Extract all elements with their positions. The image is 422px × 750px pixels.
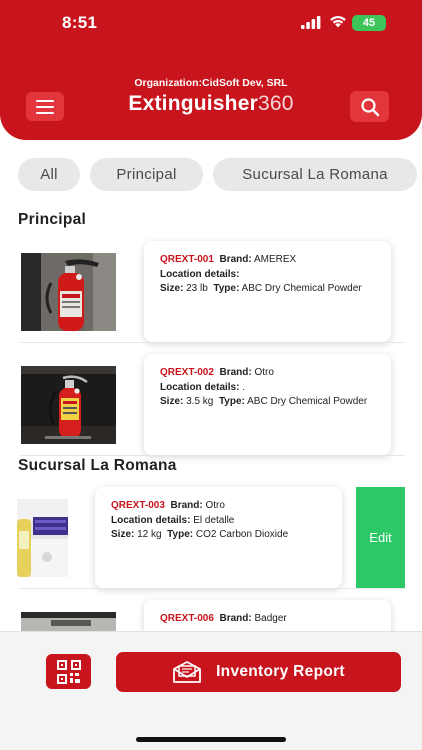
extinguisher-photo xyxy=(17,499,68,577)
extinguisher-code: QREXT-002 xyxy=(160,367,214,378)
organization-label: Organization:CidSoft Dev, SRL xyxy=(134,77,288,89)
row-divider xyxy=(20,588,405,589)
size-value: 23 lb xyxy=(186,283,208,294)
battery-level: 45 xyxy=(362,17,376,29)
card-line-2: Location details: El detalle xyxy=(111,514,235,526)
qr-scan-button[interactable] xyxy=(46,654,91,689)
section-title-principal: Principal xyxy=(18,211,87,228)
card-line-1: QREXT-002 Brand: Otro xyxy=(160,367,274,378)
extinguisher-photo xyxy=(21,253,116,331)
card-line-3: Size: 12 kg Type: CO2 Carbon Dioxide xyxy=(111,529,289,540)
section-title-sucursal: Sucursal La Romana xyxy=(18,457,177,474)
card-line-2: Location details: xyxy=(160,268,240,280)
row-divider xyxy=(20,455,405,456)
type-value: ABC Dry Chemical Powder xyxy=(247,396,368,407)
edit-button[interactable]: Edit xyxy=(356,487,405,588)
card-line-1: QREXT-001 Brand: AMEREX xyxy=(160,254,297,265)
search-button[interactable] xyxy=(350,91,389,122)
filter-chip-all[interactable]: All xyxy=(18,158,80,191)
extinguisher-code: QREXT-001 xyxy=(160,254,214,265)
brand-value: Badger xyxy=(254,613,287,624)
extinguisher-photo xyxy=(21,612,116,631)
inventory-report-label: Inventory Report xyxy=(216,663,345,680)
location-value: . xyxy=(242,381,246,393)
filter-chips: All Principal Sucursal La Romana xyxy=(18,158,417,191)
status-time: 8:51 xyxy=(62,13,98,32)
size-value: 12 kg xyxy=(137,529,162,540)
row-divider xyxy=(20,342,405,343)
menu-button[interactable] xyxy=(26,92,64,121)
app-title-suffix: 360 xyxy=(257,92,294,115)
app-screen: 8:51 45 Organization:CidSoft Dev, SRL Ex… xyxy=(0,0,422,750)
card-line-1: QREXT-003 Brand: Otro xyxy=(111,500,225,511)
type-value: CO2 Carbon Dioxide xyxy=(195,529,289,540)
extinguisher-photo xyxy=(21,366,116,444)
filter-chip-principal[interactable]: Principal xyxy=(90,158,203,191)
brand-value: Otro xyxy=(205,500,225,511)
brand-value: AMEREX xyxy=(253,254,297,265)
wifi-icon xyxy=(330,16,346,28)
size-value: 3.5 kg xyxy=(186,396,214,407)
extinguisher-code: QREXT-003 xyxy=(111,500,165,511)
filter-chip-sucursal[interactable]: Sucursal La Romana xyxy=(213,158,417,191)
search-icon xyxy=(360,97,379,116)
hamburger-icon xyxy=(36,99,54,114)
brand-value: Otro xyxy=(254,367,274,378)
extinguisher-code: QREXT-006 xyxy=(160,613,214,624)
inventory-report-button[interactable]: Inventory Report xyxy=(116,652,401,692)
extinguisher-card[interactable]: QREXT-003 Brand: Otro Location details: … xyxy=(95,487,342,588)
card-line-2: Location details: . xyxy=(160,381,246,393)
type-value: ABC Dry Chemical Powder xyxy=(241,283,362,294)
report-envelope-icon xyxy=(173,661,201,683)
card-line-3: Size: 3.5 kg Type: ABC Dry Chemical Powd… xyxy=(160,396,368,407)
app-title-main: Extinguisher xyxy=(128,92,258,115)
cellular-signal-icon xyxy=(301,16,321,29)
app-header: 8:51 45 Organization:CidSoft Dev, SRL Ex… xyxy=(0,0,422,140)
status-bar: 8:51 45 xyxy=(0,0,422,46)
card-line-3: Size: 23 lb Type: ABC Dry Chemical Powde… xyxy=(160,283,362,294)
qr-code-icon xyxy=(56,659,81,684)
battery-icon: 45 xyxy=(352,15,386,31)
location-value: El detalle xyxy=(193,514,235,526)
card-line-1: QREXT-006 Brand: Badger xyxy=(160,613,287,624)
home-indicator xyxy=(136,737,286,742)
extinguisher-card[interactable]: QREXT-002 Brand: Otro Location details: … xyxy=(144,354,391,455)
extinguisher-card[interactable]: QREXT-001 Brand: AMEREX Location details… xyxy=(144,241,391,342)
